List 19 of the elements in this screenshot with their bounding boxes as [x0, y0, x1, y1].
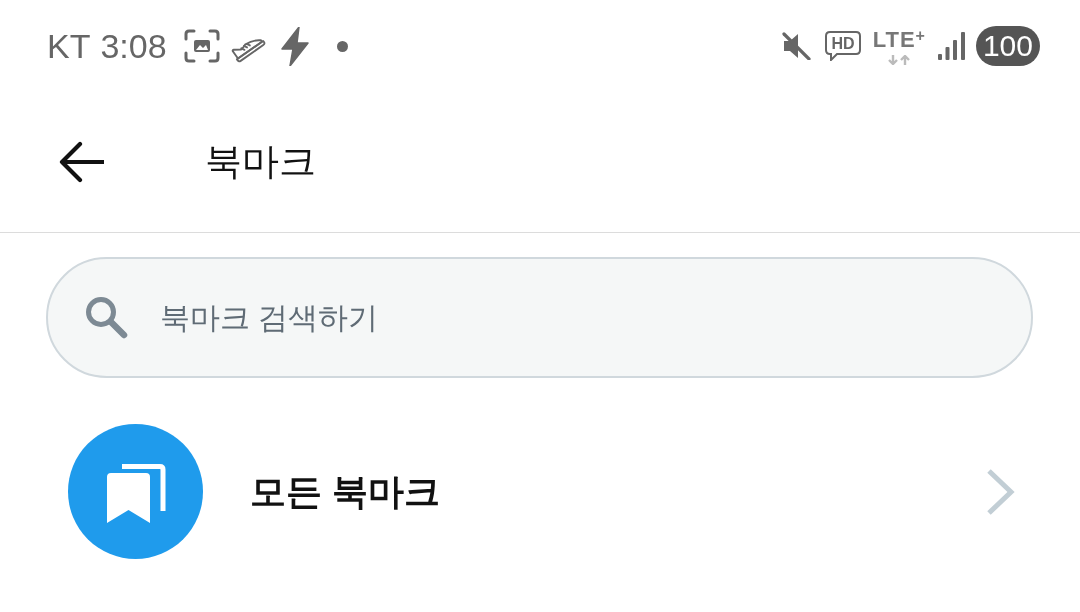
search-icon: [84, 295, 128, 339]
data-arrows-icon: [888, 55, 911, 65]
bookmarks-icon: [68, 424, 203, 559]
page-title: 북마크: [205, 139, 316, 184]
list-item[interactable]: 모든 북마크: [0, 424, 1080, 559]
network-type-label: LTE$^{+}$: [872, 29, 926, 51]
back-button[interactable]: [58, 141, 104, 183]
search-field[interactable]: 북마크 검색하기: [46, 257, 1033, 378]
notification-dot-icon: [336, 40, 348, 52]
signal-bars-icon: [937, 32, 965, 60]
chevron-right-icon: [985, 467, 1015, 516]
lightning-bolt-icon: [279, 26, 310, 66]
hd-voice-icon: HD: [824, 31, 861, 61]
carrier-label: KT: [47, 29, 91, 63]
muted-speaker-icon: [780, 32, 811, 60]
battery-level-indicator: 100: [975, 26, 1040, 66]
screenshot-icon: [183, 29, 220, 63]
clock-time: 3:08: [100, 29, 167, 63]
back-arrow-icon: [58, 141, 104, 183]
